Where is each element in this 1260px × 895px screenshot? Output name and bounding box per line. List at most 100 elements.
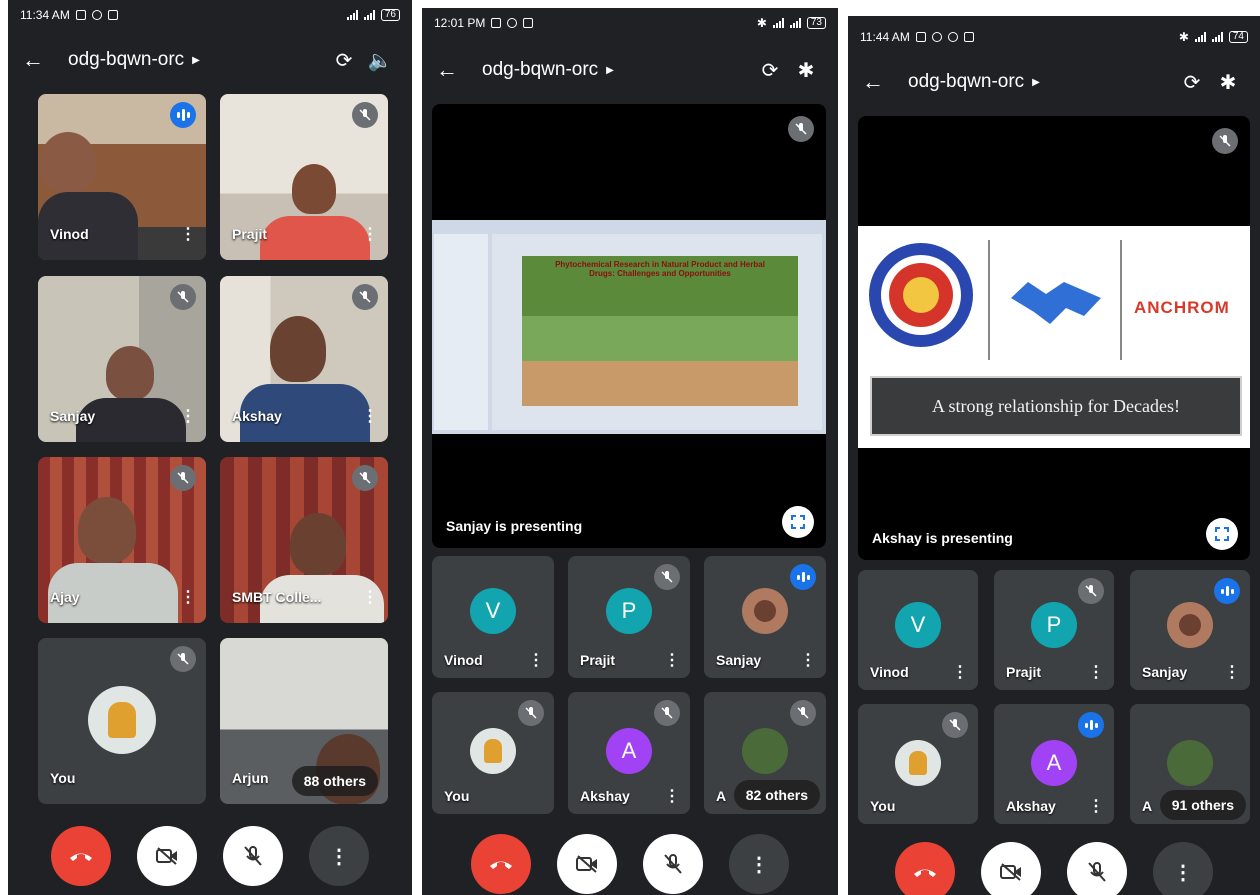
participant-tile-vinod[interactable]: V Vinod ⋮ bbox=[858, 570, 978, 690]
mic-off-icon bbox=[1088, 862, 1106, 882]
more-options-button[interactable]: ⋮ bbox=[1153, 842, 1213, 895]
switch-camera-icon[interactable]: ⟳ bbox=[752, 58, 788, 83]
participant-tile-you[interactable]: You bbox=[38, 638, 206, 804]
participant-tile-a[interactable]: A 82 others bbox=[704, 692, 826, 814]
mic-toggle-button[interactable] bbox=[1067, 842, 1127, 895]
settings-icon bbox=[915, 32, 926, 42]
participant-tile-smbt[interactable]: SMBT Colle... ⋮ bbox=[220, 457, 388, 623]
end-call-button[interactable] bbox=[895, 842, 955, 895]
more-options-icon[interactable]: ⋮ bbox=[1088, 662, 1104, 682]
meeting-title[interactable]: odg-bqwn-orc ▶ bbox=[68, 49, 326, 71]
presentation-stage[interactable]: ANCHROM A strong relationship for Decade… bbox=[858, 116, 1250, 560]
others-count-chip[interactable]: 82 others bbox=[733, 780, 820, 810]
more-options-icon[interactable]: ⋮ bbox=[800, 650, 816, 670]
participant-name: Vinod bbox=[870, 664, 909, 680]
participant-tile-akshay[interactable]: Akshay ⋮ bbox=[220, 276, 388, 442]
mic-toggle-button[interactable] bbox=[643, 834, 703, 894]
avatar-figure bbox=[909, 751, 927, 775]
speaker-icon[interactable]: 🔈 bbox=[362, 48, 398, 73]
caret-right-icon: ▶ bbox=[1032, 76, 1040, 88]
brand-text: ANCHROM bbox=[1134, 298, 1230, 317]
back-arrow-icon[interactable]: ← bbox=[862, 69, 892, 95]
phone-screen-3: 11:44 AM ✱ 74 ← odg-bqwn-orc ▶ ⟳ ✱ ANCHR… bbox=[848, 16, 1260, 895]
caret-right-icon: ▶ bbox=[606, 64, 614, 76]
participant-tile-a[interactable]: A 91 others bbox=[1130, 704, 1250, 824]
others-count-chip[interactable]: 91 others bbox=[1159, 790, 1246, 820]
participant-tile-akshay[interactable]: A Akshay ⋮ bbox=[994, 704, 1114, 824]
fullscreen-button[interactable] bbox=[1206, 518, 1238, 550]
fullscreen-button[interactable] bbox=[782, 506, 814, 538]
more-options-icon[interactable]: ⋮ bbox=[180, 587, 196, 607]
switch-camera-icon[interactable]: ⟳ bbox=[1174, 70, 1210, 95]
end-call-button[interactable] bbox=[471, 834, 531, 894]
more-options-icon[interactable]: ⋮ bbox=[1088, 796, 1104, 816]
camera-toggle-button[interactable] bbox=[137, 826, 197, 886]
speaking-indicator-icon bbox=[1078, 712, 1104, 738]
more-options-button[interactable]: ⋮ bbox=[309, 826, 369, 886]
bluetooth-icon[interactable]: ✱ bbox=[788, 58, 824, 83]
whatsapp-icon bbox=[947, 32, 958, 42]
battery-icon: 76 bbox=[380, 9, 400, 21]
back-arrow-icon[interactable]: ← bbox=[22, 47, 52, 73]
participant-tile-sanjay[interactable]: Sanjay ⋮ bbox=[1130, 570, 1250, 690]
more-options-icon[interactable]: ⋮ bbox=[180, 224, 196, 244]
signal-icon bbox=[346, 10, 358, 20]
avatar: A bbox=[606, 728, 652, 774]
more-options-icon[interactable]: ⋮ bbox=[664, 786, 680, 806]
alarm-icon bbox=[91, 10, 102, 20]
bluetooth-icon[interactable]: ✱ bbox=[1210, 70, 1246, 95]
participant-tile-sanjay[interactable]: Sanjay ⋮ bbox=[704, 556, 826, 678]
more-options-icon[interactable]: ⋮ bbox=[362, 587, 378, 607]
switch-camera-icon[interactable]: ⟳ bbox=[326, 48, 362, 73]
more-options-icon[interactable]: ⋮ bbox=[180, 406, 196, 426]
mail-icon bbox=[963, 32, 974, 42]
more-options-icon[interactable]: ⋮ bbox=[664, 650, 680, 670]
participant-tile-prajit[interactable]: Prajit ⋮ bbox=[220, 94, 388, 260]
settings-icon bbox=[75, 10, 86, 20]
meeting-code: odg-bqwn-orc bbox=[68, 49, 185, 70]
participant-tile-you[interactable]: You bbox=[858, 704, 978, 824]
slide-image bbox=[522, 256, 798, 406]
others-count-chip[interactable]: 88 others bbox=[291, 766, 378, 796]
end-call-button[interactable] bbox=[51, 826, 111, 886]
participant-tile-prajit[interactable]: P Prajit ⋮ bbox=[994, 570, 1114, 690]
shared-screen: ANCHROM A strong relationship for Decade… bbox=[858, 226, 1250, 448]
more-options-icon[interactable]: ⋮ bbox=[952, 662, 968, 682]
participant-tile-prajit[interactable]: P Prajit ⋮ bbox=[568, 556, 690, 678]
battery-icon: 74 bbox=[1228, 31, 1248, 43]
participant-tile-arjun[interactable]: Arjun 88 others bbox=[220, 638, 388, 804]
camera-toggle-button[interactable] bbox=[981, 842, 1041, 895]
participant-tile-you[interactable]: You bbox=[432, 692, 554, 814]
camera-off-icon bbox=[576, 855, 597, 873]
more-options-icon[interactable]: ⋮ bbox=[362, 406, 378, 426]
back-arrow-icon[interactable]: ← bbox=[436, 57, 466, 83]
signal-icon bbox=[1194, 32, 1206, 42]
camera-toggle-button[interactable] bbox=[557, 834, 617, 894]
more-options-button[interactable]: ⋮ bbox=[729, 834, 789, 894]
avatar bbox=[1167, 740, 1213, 786]
speaking-indicator-icon bbox=[170, 102, 196, 128]
participant-figure bbox=[290, 513, 346, 575]
camera-off-icon bbox=[1000, 863, 1021, 881]
call-controls: ⋮ bbox=[8, 826, 412, 886]
more-options-icon[interactable]: ⋮ bbox=[528, 650, 544, 670]
participant-tile-akshay[interactable]: A Akshay ⋮ bbox=[568, 692, 690, 814]
meeting-code: odg-bqwn-orc bbox=[482, 59, 599, 80]
participant-name: A bbox=[716, 788, 727, 804]
mic-toggle-button[interactable] bbox=[223, 826, 283, 886]
more-options-icon[interactable]: ⋮ bbox=[1224, 662, 1240, 682]
meeting-title[interactable]: odg-bqwn-orc ▶ bbox=[908, 71, 1174, 93]
participant-tile-sanjay[interactable]: Sanjay ⋮ bbox=[38, 276, 206, 442]
participant-tile-ajay[interactable]: Ajay ⋮ bbox=[38, 457, 206, 623]
bluetooth-status-icon: ✱ bbox=[1178, 30, 1189, 44]
status-time: 11:34 AM bbox=[20, 8, 70, 22]
more-options-icon[interactable]: ⋮ bbox=[362, 224, 378, 244]
participant-tile-vinod[interactable]: V Vinod ⋮ bbox=[432, 556, 554, 678]
participant-tile-vinod[interactable]: Vinod ⋮ bbox=[38, 94, 206, 260]
hang-up-icon bbox=[490, 861, 512, 869]
fullscreen-icon bbox=[791, 515, 805, 529]
participant-name: Vinod bbox=[50, 226, 89, 242]
presentation-stage[interactable]: Phytochemical Research in Natural Produc… bbox=[432, 104, 826, 548]
mic-off-icon bbox=[664, 854, 682, 874]
meeting-title[interactable]: odg-bqwn-orc ▶ bbox=[482, 59, 752, 81]
